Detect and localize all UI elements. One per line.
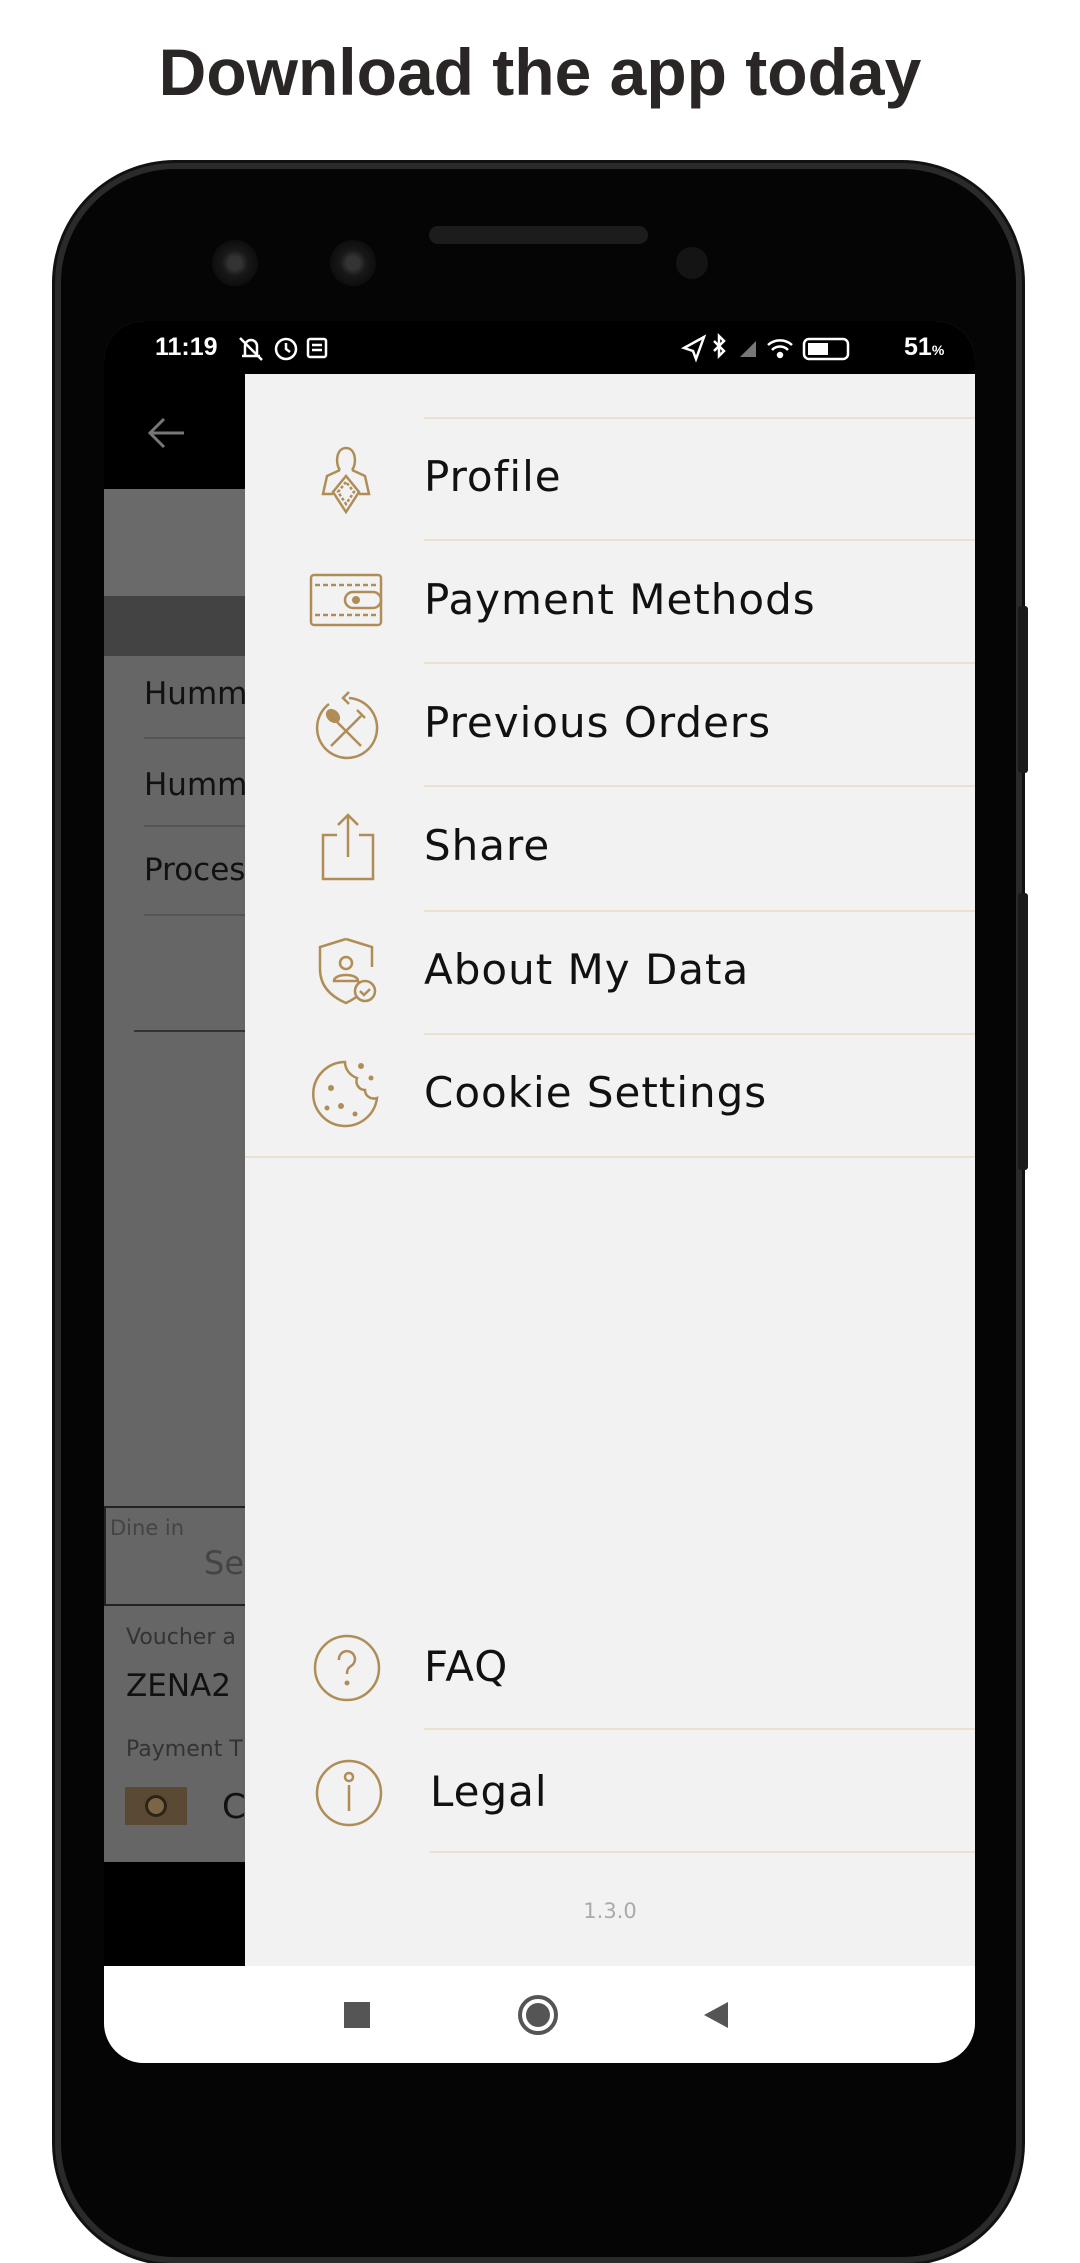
screen: 11:19 51% Humm Humm Proces Dine in Se Vo… xyxy=(104,321,975,2063)
divider xyxy=(424,1728,975,1730)
menu-item-previous-orders[interactable]: Previous Orders xyxy=(245,674,975,774)
navigation-drawer: Profile Payment Methods Previous Orders … xyxy=(245,374,975,1966)
bg-item: Proces xyxy=(144,852,246,888)
signal-icon xyxy=(740,341,756,357)
mute-icon xyxy=(239,337,263,361)
camera-icon xyxy=(212,240,258,286)
menu-item-about-my-data[interactable]: About My Data xyxy=(245,921,975,1021)
recents-button[interactable] xyxy=(344,2002,370,2028)
status-left-icons xyxy=(239,337,328,361)
divider xyxy=(424,662,975,664)
system-nav-bar xyxy=(104,1966,975,2063)
menu-item-payment-methods[interactable]: Payment Methods xyxy=(245,551,975,651)
menu-label: About My Data xyxy=(424,945,750,994)
info-icon xyxy=(315,1759,383,1827)
menu-label: Profile xyxy=(424,452,562,501)
divider xyxy=(424,539,975,541)
camera-icon xyxy=(330,240,376,286)
cash-icon xyxy=(125,1787,187,1825)
location-icon xyxy=(680,334,707,363)
sensor xyxy=(676,247,708,279)
volume-button xyxy=(1018,893,1028,1170)
wifi-icon xyxy=(767,339,793,351)
menu-label: Share xyxy=(424,821,551,870)
battery-unit: % xyxy=(931,342,945,358)
app-version: 1.3.0 xyxy=(583,1899,637,1923)
back-arrow-icon[interactable] xyxy=(146,416,186,450)
divider xyxy=(424,910,975,912)
power-button xyxy=(1018,606,1028,773)
divider xyxy=(245,1156,975,1158)
dine-in-value: Se xyxy=(204,1544,244,1582)
battery-value: 51 xyxy=(904,333,932,361)
back-button[interactable] xyxy=(702,2000,730,2030)
bg-item: Humm xyxy=(144,676,248,712)
profile-icon xyxy=(321,446,371,514)
voucher-value: ZENA2 xyxy=(126,1668,231,1704)
home-button[interactable] xyxy=(518,1995,558,2035)
menu-label: FAQ xyxy=(424,1642,509,1691)
status-time: 11:19 xyxy=(155,333,218,361)
menu-item-profile[interactable]: Profile xyxy=(245,428,975,528)
headline: Download the app today xyxy=(158,35,922,109)
status-right-icons xyxy=(680,333,850,363)
status-bar: 11:19 51% xyxy=(104,321,975,374)
divider xyxy=(424,785,975,787)
payment-label: Payment T xyxy=(126,1737,243,1762)
bluetooth-icon xyxy=(713,333,726,360)
wallet-icon xyxy=(309,573,383,627)
speaker-grille xyxy=(429,226,648,244)
voucher-label: Voucher a xyxy=(126,1625,236,1650)
menu-label: Legal xyxy=(430,1767,548,1816)
payment-value: C xyxy=(222,1787,246,1827)
menu-item-share[interactable]: Share xyxy=(245,797,975,897)
previous-orders-icon xyxy=(315,691,379,760)
menu-label: Payment Methods xyxy=(424,575,816,624)
bg-item: Humm xyxy=(144,767,248,803)
divider xyxy=(424,1033,975,1035)
menu-item-legal[interactable]: Legal xyxy=(245,1743,975,1843)
battery-percent: 51% xyxy=(904,333,944,362)
divider xyxy=(424,417,975,419)
dine-in-label: Dine in xyxy=(110,1516,185,1540)
share-icon xyxy=(321,813,375,881)
dine-in-selector[interactable]: Dine in Se xyxy=(104,1506,254,1606)
question-icon xyxy=(313,1634,381,1702)
data-shield-icon xyxy=(318,937,377,1005)
menu-label: Cookie Settings xyxy=(424,1068,768,1117)
notification-icon xyxy=(306,337,328,359)
menu-item-faq[interactable]: FAQ xyxy=(245,1618,975,1718)
menu-label: Previous Orders xyxy=(424,698,772,747)
menu-item-cookie-settings[interactable]: Cookie Settings xyxy=(245,1044,975,1144)
divider xyxy=(430,1851,975,1853)
cookie-icon xyxy=(312,1060,379,1128)
